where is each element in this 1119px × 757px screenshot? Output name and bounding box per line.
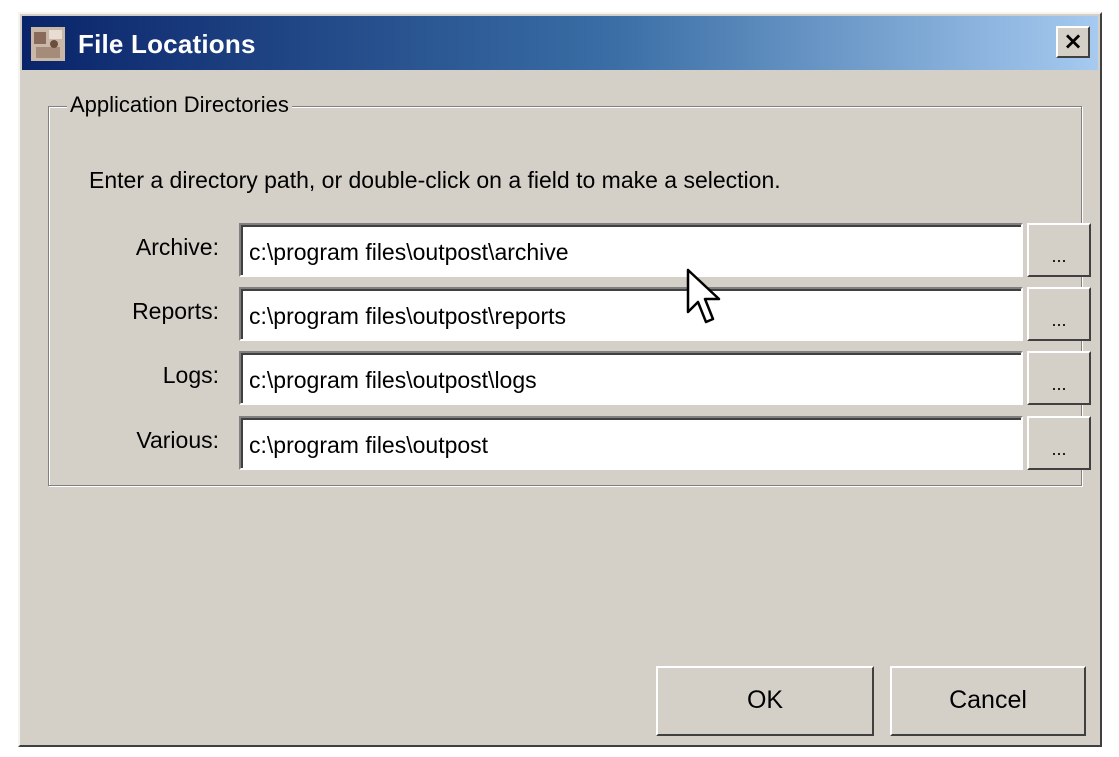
reports-path-input[interactable]	[239, 287, 1023, 341]
group-legend: Application Directories	[67, 92, 292, 118]
various-path-input[interactable]	[239, 416, 1023, 470]
logs-label: Logs:	[162, 362, 219, 388]
various-label: Various:	[136, 427, 219, 453]
file-locations-dialog: File Locations × Application Directories…	[18, 12, 1102, 747]
application-directories-group: Application Directories Enter a director…	[48, 92, 1091, 486]
app-icon	[31, 27, 65, 61]
archive-path-input[interactable]	[239, 223, 1023, 277]
archive-label: Archive:	[135, 234, 219, 260]
cancel-button[interactable]: Cancel	[890, 666, 1086, 736]
various-browse-button[interactable]: ...	[1027, 416, 1091, 470]
ok-button[interactable]: OK	[656, 666, 874, 736]
close-button[interactable]: ×	[1056, 26, 1090, 58]
archive-browse-button[interactable]: ...	[1027, 223, 1091, 277]
instruction-text: Enter a directory path, or double-click …	[89, 167, 781, 193]
reports-label: Reports:	[132, 298, 219, 324]
logs-path-input[interactable]	[239, 351, 1023, 405]
window-title: File Locations	[78, 29, 256, 59]
reports-browse-button[interactable]: ...	[1027, 287, 1091, 341]
logs-browse-button[interactable]: ...	[1027, 351, 1091, 405]
title-bar[interactable]: File Locations ×	[22, 16, 1098, 70]
mouse-pointer-icon	[686, 268, 721, 324]
